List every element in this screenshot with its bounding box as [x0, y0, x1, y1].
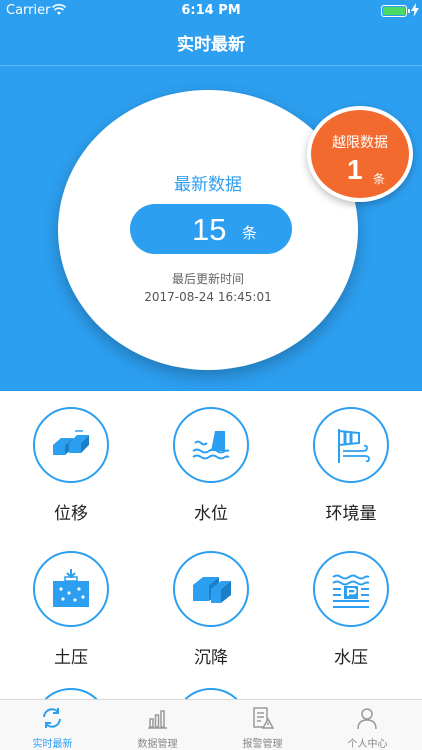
- soil-pressure-icon: [53, 569, 89, 607]
- page-title: 实时最新: [177, 35, 245, 55]
- latest-count-pill[interactable]: 15 条: [130, 204, 292, 254]
- refresh-icon: [43, 708, 61, 728]
- nav-divider: [0, 65, 422, 66]
- grid-label: 水压: [334, 648, 368, 668]
- tab-realtime[interactable]: 实时最新: [0, 700, 105, 750]
- tab-data-management[interactable]: 数据管理: [105, 700, 210, 750]
- alarm-doc-icon: [253, 707, 274, 729]
- grid-label: 位移: [54, 504, 88, 524]
- status-bar: Carrier 6:14 PM: [0, 0, 422, 22]
- over-limit-count: 1: [347, 154, 363, 185]
- user-icon: [357, 708, 377, 730]
- update-time-label: 最后更新时间: [171, 272, 244, 286]
- tab-label: 实时最新: [32, 739, 73, 750]
- over-limit-badge[interactable]: 越限数据 1 条: [307, 106, 413, 202]
- over-limit-unit: 条: [373, 172, 386, 186]
- update-time-value: 2017-08-24 16:45:01: [144, 290, 272, 304]
- grid-label: 沉降: [194, 648, 228, 668]
- water-level-icon: [192, 431, 230, 460]
- clock: 6:14 PM: [181, 3, 241, 18]
- grid-label: 环境量: [325, 504, 377, 524]
- latest-count: 15: [192, 212, 227, 247]
- tab-bar: 实时最新 数据管理 报警管理 个人中心: [0, 699, 422, 750]
- latest-count-unit: 条: [242, 224, 258, 242]
- grid-item-environment[interactable]: 环境量: [281, 393, 421, 533]
- grid-label: 土压: [54, 648, 88, 668]
- displacement-icon: [53, 430, 89, 455]
- tab-label: 个人中心: [347, 739, 388, 750]
- charging-icon: [411, 3, 419, 17]
- environment-icon: [338, 429, 370, 463]
- grid-item-displacement[interactable]: 位移: [1, 393, 141, 533]
- header-area: Carrier 6:14 PM 实时最新 最新数据 15 条 最后更新时间 20…: [0, 0, 422, 391]
- grid-item-water-pressure[interactable]: 水压: [281, 537, 421, 677]
- bar-chart-icon: [148, 710, 167, 729]
- tab-profile[interactable]: 个人中心: [315, 700, 420, 750]
- tab-label: 数据管理: [137, 739, 178, 750]
- tab-label: 报警管理: [242, 739, 283, 750]
- grid-label: 水位: [194, 504, 228, 524]
- grid-item-water-level[interactable]: 水位: [141, 393, 281, 533]
- over-limit-label: 越限数据: [332, 135, 388, 151]
- water-pressure-icon: [332, 574, 370, 608]
- grid-item-soil-pressure[interactable]: 土压: [1, 537, 141, 677]
- battery-icon: [381, 5, 407, 17]
- settlement-icon: [193, 577, 231, 603]
- grid-item-settlement[interactable]: 沉降: [141, 537, 281, 677]
- tab-alarm-management[interactable]: 报警管理: [210, 700, 315, 750]
